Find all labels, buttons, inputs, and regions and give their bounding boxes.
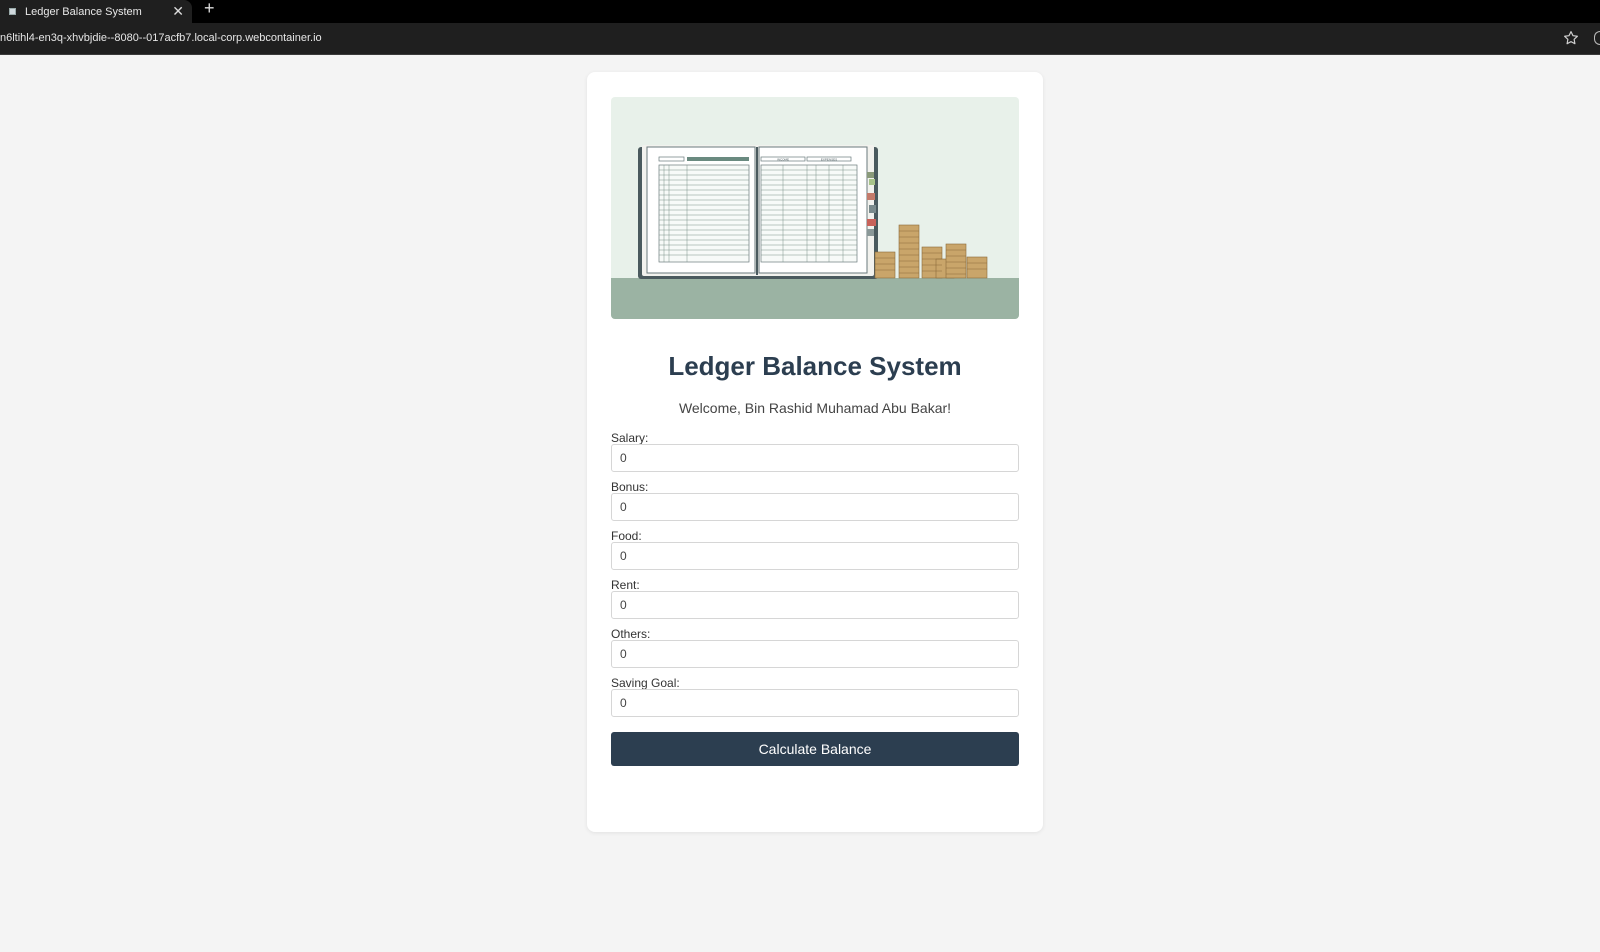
tab-bar: Ledger Balance System ✕ + xyxy=(0,0,1600,23)
bookmark-star-icon[interactable] xyxy=(1562,29,1580,47)
others-input[interactable] xyxy=(611,640,1019,668)
address-bar[interactable]: n6ltihl4-en3q-xhvbjdie--8080--017acfb7.l… xyxy=(0,23,1600,55)
page-favicon-icon xyxy=(9,8,16,15)
food-label: Food: xyxy=(611,529,642,543)
extension-icon[interactable] xyxy=(1594,31,1600,45)
new-tab-icon[interactable]: + xyxy=(204,0,215,17)
salary-input[interactable] xyxy=(611,444,1019,472)
rent-label: Rent: xyxy=(611,578,640,592)
calculate-balance-button[interactable]: Calculate Balance xyxy=(611,732,1019,766)
expenses-header: EXPENSES xyxy=(821,158,837,162)
saving-goal-input[interactable] xyxy=(611,689,1019,717)
rent-input[interactable] xyxy=(611,591,1019,619)
salary-label: Salary: xyxy=(611,431,649,445)
welcome-message: Welcome, Bin Rashid Muhamad Abu Bakar! xyxy=(678,400,952,416)
others-label: Others: xyxy=(611,627,651,641)
browser-tab[interactable]: Ledger Balance System ✕ xyxy=(0,0,192,23)
page-title: Ledger Balance System xyxy=(668,351,962,381)
saving-goal-label: Saving Goal: xyxy=(611,676,680,690)
close-tab-icon[interactable]: ✕ xyxy=(172,3,184,19)
tab-title: Ledger Balance System xyxy=(25,5,142,18)
ledger-illustration: INCOME EXPENSES xyxy=(611,97,1019,319)
income-header: INCOME xyxy=(777,158,789,162)
bonus-label: Bonus: xyxy=(611,480,649,494)
bonus-input[interactable] xyxy=(611,493,1019,521)
url-text[interactable]: n6ltihl4-en3q-xhvbjdie--8080--017acfb7.l… xyxy=(0,32,322,44)
ledger-card: INCOME EXPENSES Ledger Balance System We… xyxy=(587,72,1043,832)
food-input[interactable] xyxy=(611,542,1019,570)
